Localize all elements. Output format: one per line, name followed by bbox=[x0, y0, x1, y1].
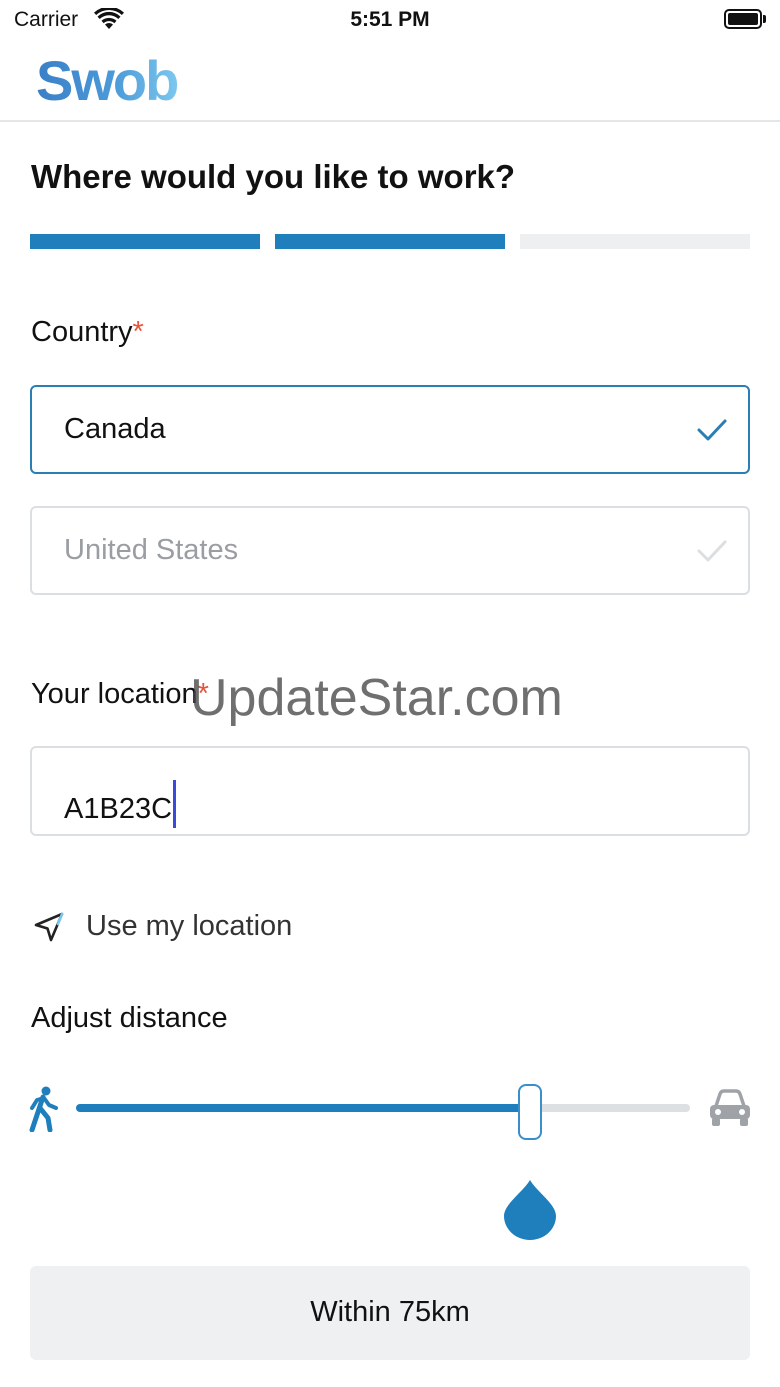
car-icon bbox=[708, 1088, 752, 1133]
text-caret bbox=[173, 780, 177, 828]
progress-step-3 bbox=[520, 234, 750, 249]
country-option-united-states[interactable]: United States bbox=[30, 506, 750, 595]
slider-track[interactable] bbox=[76, 1084, 690, 1240]
watermark: UpdateStar.com bbox=[190, 669, 563, 727]
page-title: Where would you like to work? bbox=[31, 158, 516, 195]
battery-icon bbox=[724, 9, 766, 29]
checkmark-icon bbox=[696, 538, 728, 569]
status-time: 5:51 PM bbox=[350, 8, 430, 31]
location-input[interactable]: A1B23C bbox=[30, 746, 750, 836]
country-option-label: United States bbox=[64, 534, 239, 566]
location-arrow-icon bbox=[32, 910, 66, 949]
status-bar: Carrier 5:51 PM bbox=[0, 0, 780, 40]
checkmark-icon bbox=[696, 417, 728, 448]
distance-result-label: Within 75km bbox=[310, 1296, 470, 1328]
location-label: Your location* bbox=[31, 678, 209, 710]
distance-result-button[interactable]: Within 75km bbox=[30, 1266, 750, 1360]
country-option-label: Canada bbox=[64, 413, 166, 445]
step-progress bbox=[30, 234, 750, 249]
country-label: Country* bbox=[31, 316, 144, 348]
use-my-location-label: Use my location bbox=[86, 910, 293, 942]
walking-person-icon bbox=[26, 1086, 62, 1137]
progress-step-1 bbox=[30, 234, 260, 249]
required-marker: * bbox=[132, 316, 144, 348]
app-header: Swob bbox=[0, 40, 780, 122]
slider-track-fill bbox=[76, 1104, 531, 1112]
slider-thumb[interactable] bbox=[518, 1084, 543, 1140]
distance-slider[interactable] bbox=[26, 1080, 756, 1240]
country-option-canada[interactable]: Canada bbox=[30, 385, 750, 474]
progress-step-2 bbox=[275, 234, 505, 249]
swob-logo: Swob bbox=[36, 49, 179, 112]
slider-value-drop-icon bbox=[503, 1178, 557, 1245]
location-input-value: A1B23C bbox=[64, 793, 173, 825]
adjust-distance-label: Adjust distance bbox=[31, 1002, 228, 1034]
